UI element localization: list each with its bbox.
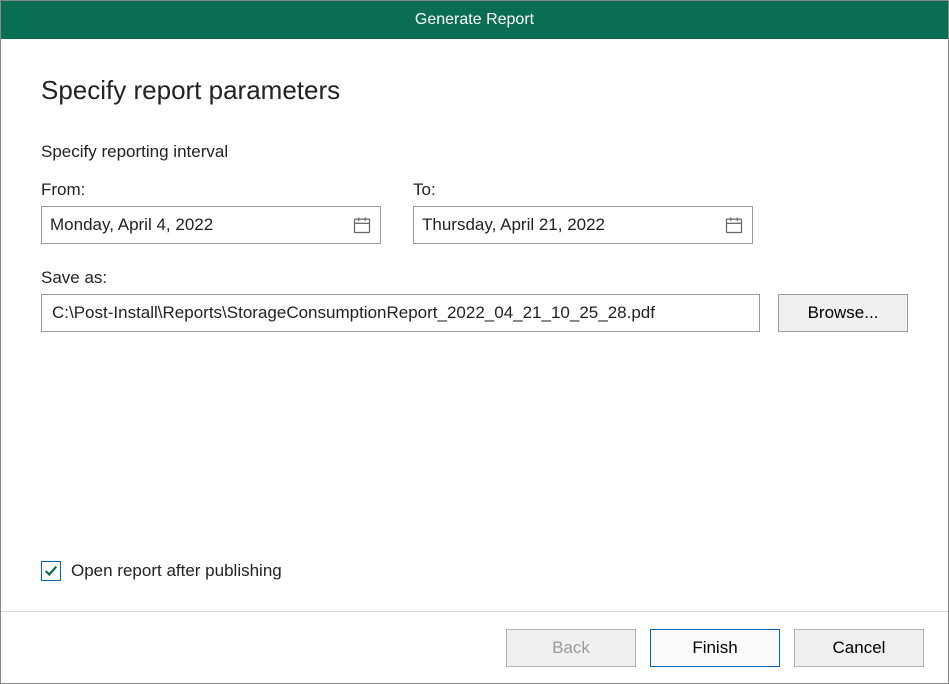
cancel-button[interactable]: Cancel [794,629,924,667]
date-range-row: From: Monday, April 4, 2022 [41,180,908,244]
checkmark-icon [44,564,58,578]
content-spacer [41,360,908,561]
save-path-input[interactable]: C:\Post-Install\Reports\StorageConsumpti… [41,294,760,332]
from-date-input[interactable]: Monday, April 4, 2022 [41,206,381,244]
generate-report-dialog: Generate Report Specify report parameter… [0,0,949,684]
save-as-controls: C:\Post-Install\Reports\StorageConsumpti… [41,294,908,332]
to-date-value: Thursday, April 21, 2022 [422,215,724,235]
from-label: From: [41,180,381,200]
close-button[interactable] [900,1,938,39]
to-label: To: [413,180,753,200]
browse-button[interactable]: Browse... [778,294,908,332]
calendar-icon[interactable] [724,215,744,235]
to-date-column: To: Thursday, April 21, 2022 [413,180,753,244]
dialog-title: Generate Report [415,11,534,29]
finish-button[interactable]: Finish [650,629,780,667]
interval-section-label: Specify reporting interval [41,142,908,162]
back-button: Back [506,629,636,667]
calendar-icon[interactable] [352,215,372,235]
save-path-value: C:\Post-Install\Reports\StorageConsumpti… [52,303,655,323]
from-date-value: Monday, April 4, 2022 [50,215,352,235]
dialog-content: Specify report parameters Specify report… [1,39,948,611]
titlebar: Generate Report [1,1,948,39]
open-after-checkbox[interactable] [41,561,61,581]
open-after-row: Open report after publishing [41,561,908,581]
to-date-input[interactable]: Thursday, April 21, 2022 [413,206,753,244]
from-date-column: From: Monday, April 4, 2022 [41,180,381,244]
dialog-footer: Back Finish Cancel [1,611,948,683]
save-as-row: Save as: C:\Post-Install\Reports\Storage… [41,268,908,332]
save-as-label: Save as: [41,268,908,288]
open-after-label[interactable]: Open report after publishing [71,561,282,581]
page-title: Specify report parameters [41,75,908,106]
